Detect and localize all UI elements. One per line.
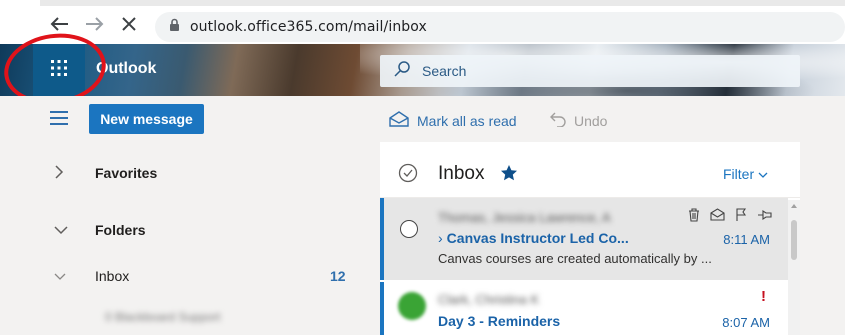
app-brand[interactable]: Outlook <box>96 60 156 78</box>
stop-loading-icon[interactable] <box>118 13 140 35</box>
message-list: Inbox Filter Thomas, Jessica Lawrence, A… <box>380 142 800 335</box>
undo-label: Undo <box>574 112 608 129</box>
browser-toolbar: outlook.office365.com/mail/inbox <box>0 0 845 44</box>
inbox-label: Inbox <box>95 268 130 284</box>
folders-label: Folders <box>95 222 146 238</box>
app-header: Outlook Search <box>0 44 845 96</box>
favorites-section[interactable]: Favorites <box>0 153 380 193</box>
message-subject: Day 3 - Reminders <box>438 313 561 329</box>
subfolder-label: 0 Blackboard Support <box>105 310 221 324</box>
url-text: outlook.office365.com/mail/inbox <box>190 19 427 35</box>
select-all-checkbox[interactable] <box>398 163 418 188</box>
unread-count-badge: 12 <box>330 268 346 284</box>
back-arrow-icon[interactable] <box>48 13 70 35</box>
new-message-button[interactable]: New message <box>89 104 204 134</box>
envelope-open-icon <box>389 111 409 130</box>
search-input[interactable]: Search <box>380 55 800 87</box>
folders-section[interactable]: Folders <box>0 210 380 250</box>
search-icon <box>394 60 410 82</box>
message-list-header: Inbox Filter <box>380 142 800 198</box>
message-sender: Clark, Christina K <box>438 292 540 307</box>
filter-button[interactable]: Filter <box>723 166 768 182</box>
message-select-radio[interactable] <box>400 220 418 238</box>
message-preview: Canvas courses are created automatically… <box>438 251 712 266</box>
envelope-open-icon[interactable] <box>710 208 725 227</box>
message-subject: › Canvas Instructor Led Co... <box>438 230 629 246</box>
chevron-down-icon <box>758 166 768 182</box>
mark-all-read-label: Mark all as read <box>417 112 517 129</box>
message-subject-text: Canvas Instructor Led Co... <box>446 230 629 246</box>
waffle-icon <box>51 59 67 81</box>
message-time: 8:07 AM <box>722 315 770 330</box>
importance-icon: ! <box>761 288 766 305</box>
search-placeholder: Search <box>422 63 467 79</box>
scroll-up-arrow-icon[interactable] <box>791 204 797 208</box>
reading-pane <box>800 142 845 335</box>
pin-icon[interactable] <box>757 208 772 227</box>
message-item[interactable]: Thomas, Jessica Lawrence, A › Canvas Inst… <box>380 198 788 280</box>
lock-icon <box>169 18 180 37</box>
trash-icon[interactable] <box>688 208 700 227</box>
forward-arrow-icon[interactable] <box>84 13 106 35</box>
address-bar[interactable]: outlook.office365.com/mail/inbox <box>155 12 845 42</box>
hamburger-menu-icon[interactable] <box>50 111 68 125</box>
message-list-scrollbar[interactable] <box>788 200 800 335</box>
message-sender: Thomas, Jessica Lawrence, A <box>438 210 611 225</box>
message-item[interactable]: Clark, Christina K ! Day 3 - Reminders 8… <box>380 282 788 335</box>
message-actions <box>688 208 772 227</box>
sidebar-item-inbox[interactable]: Inbox 12 <box>0 256 380 296</box>
chevron-down-icon <box>54 222 68 238</box>
mark-all-read-button[interactable]: Mark all as read <box>389 111 517 130</box>
app-launcher-button[interactable] <box>33 44 85 96</box>
chevron-right-icon <box>54 164 64 182</box>
sidebar-item-subfolder[interactable]: 0 Blackboard Support <box>0 297 380 335</box>
star-icon[interactable] <box>500 164 518 187</box>
scrollbar-thumb[interactable] <box>791 220 797 260</box>
chevron-down-icon <box>54 268 66 284</box>
filter-label: Filter <box>723 166 755 182</box>
undo-button[interactable]: Undo <box>550 111 607 130</box>
thread-chevron-icon: › <box>438 230 443 246</box>
favorites-label: Favorites <box>95 165 158 181</box>
message-time: 8:11 AM <box>723 232 770 247</box>
flag-icon[interactable] <box>735 208 747 227</box>
avatar <box>398 292 426 320</box>
folder-title: Inbox <box>438 163 485 184</box>
folder-pane: Favorites Folders Inbox 12 0 Blackboard … <box>0 142 380 335</box>
undo-icon <box>550 111 566 130</box>
